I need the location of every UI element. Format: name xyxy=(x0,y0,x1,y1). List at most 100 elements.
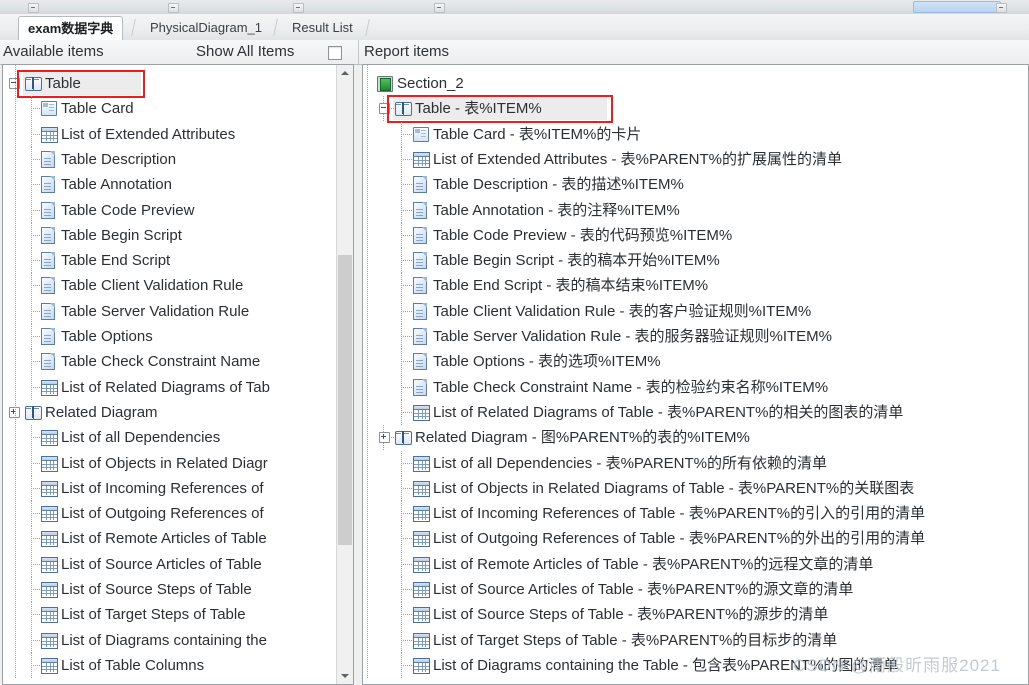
expand-node-icon[interactable] xyxy=(379,432,390,444)
tree-node-label: Related Diagram - 图%PARENT%的表的%ITEM% xyxy=(415,429,750,447)
chrome-tick-icon[interactable] xyxy=(293,3,304,13)
tree-elbow xyxy=(31,310,40,312)
tree-elbow xyxy=(31,386,40,388)
tree-node-label: Table Code Preview - 表的代码预览%ITEM% xyxy=(433,226,733,244)
tree-node-label: Table End Script - 表的稿本结束%ITEM% xyxy=(433,277,709,295)
doc-icon xyxy=(41,328,55,345)
tree-node-label: Table Server Validation Rule - 表的服务器验证规则… xyxy=(433,328,832,345)
tree-node-label: Table End Script xyxy=(61,252,171,270)
tree-node-label: List of Remote Articles of Table xyxy=(61,530,267,548)
tree-node-label: Table Begin Script xyxy=(61,226,182,244)
grid-icon xyxy=(41,430,58,447)
report-items-panel[interactable]: Section_2 Table - 表%ITEM% Table Card - 表%I… xyxy=(362,64,1029,685)
tree-elbow xyxy=(401,234,412,236)
tree-node-label: List of Incoming References of xyxy=(61,479,264,497)
card-icon xyxy=(413,126,429,142)
tree-node-label: Table Code Preview xyxy=(61,201,195,219)
tree-node-label: List of Source Articles of Table - 表%PAR… xyxy=(433,581,854,598)
tree-elbow xyxy=(31,664,40,666)
panel-header-bar: Available items Show All Items Report it… xyxy=(0,40,1029,65)
tree-elbow xyxy=(31,108,40,110)
report-items-header: Report items xyxy=(364,43,450,60)
window-controls[interactable] xyxy=(913,1,1001,13)
tree-elbow xyxy=(31,209,40,211)
chrome-tick-icon[interactable] xyxy=(434,3,445,13)
tree-node-label: Table Card - 表%ITEM%的卡片 xyxy=(433,125,642,143)
tree-node-label: List of Extended Attributes xyxy=(61,125,236,143)
doc-icon xyxy=(41,252,55,270)
tree-node-label: Table Client Validation Rule xyxy=(61,277,244,295)
doc-icon xyxy=(413,353,427,371)
scroll-up-button[interactable] xyxy=(337,65,353,81)
tree-root-guide xyxy=(367,65,368,679)
tree-elbow xyxy=(401,614,412,616)
tree-elbow xyxy=(401,285,412,287)
chrome-tick-icon[interactable] xyxy=(996,3,1007,13)
tree-elbow xyxy=(401,361,412,363)
grid-icon xyxy=(41,379,58,396)
grid-icon xyxy=(41,455,58,472)
tab-label: exam数据字典 xyxy=(28,21,114,36)
tree-elbow xyxy=(31,639,40,641)
tree-elbow xyxy=(401,386,412,388)
tree-node-label: Related Diagram xyxy=(45,403,158,421)
tree-elbow xyxy=(31,158,40,160)
doc-icon xyxy=(41,201,55,219)
grid-icon xyxy=(413,607,430,624)
tree-node-label: Table Description - 表的描述%ITEM% xyxy=(433,176,684,194)
left-panel-scrollbar[interactable] xyxy=(336,65,353,684)
tree-elbow xyxy=(401,664,412,666)
tree-elbow xyxy=(401,260,412,262)
grid-icon xyxy=(413,404,430,421)
tree-elbow xyxy=(31,133,40,135)
available-items-panel[interactable]: Table Table Card List of Extended Attribut… xyxy=(2,64,354,685)
tree-elbow xyxy=(31,437,40,439)
doc-icon xyxy=(41,302,55,320)
tree-elbow xyxy=(31,184,40,186)
tree-elbow xyxy=(31,563,40,565)
tree-elbow xyxy=(31,260,40,262)
scrollbar-thumb[interactable] xyxy=(338,255,352,545)
show-all-items-checkbox[interactable] xyxy=(328,46,342,60)
grid-icon xyxy=(413,657,430,674)
red-highlight-box xyxy=(387,95,613,124)
tree-node-label: List of Table Columns xyxy=(61,656,205,674)
tree-elbow xyxy=(31,462,40,464)
tree-elbow xyxy=(31,538,40,540)
tree-node-label: List of Incoming References of Table - 表… xyxy=(433,505,926,523)
available-items-header: Available items xyxy=(3,43,104,60)
doc-icon xyxy=(413,378,427,396)
tree-elbow xyxy=(31,234,40,236)
grid-icon xyxy=(41,632,58,649)
grid-icon xyxy=(413,455,430,472)
tree-node-label: List of all Dependencies - 表%PARENT%的所有依… xyxy=(433,454,827,472)
tree-node-label: List of Outgoing References of xyxy=(61,505,264,523)
tree-node-label: List of Extended Attributes - 表%PARENT%的… xyxy=(433,150,843,168)
tree-node-label: Table Annotation xyxy=(61,176,172,194)
chrome-tick-icon[interactable] xyxy=(28,3,39,13)
grid-icon xyxy=(41,657,58,674)
doc-icon xyxy=(413,176,427,194)
tree-node-label: Section_2 xyxy=(397,75,464,92)
tree-node-label: Table Server Validation Rule xyxy=(61,302,250,320)
show-all-items-label: Show All Items xyxy=(196,43,295,60)
scroll-down-button[interactable] xyxy=(337,668,353,684)
tab-physical-diagram[interactable]: PhysicalDiagram_1 xyxy=(141,16,271,39)
tree-node-label: Table Description xyxy=(61,150,177,168)
grid-icon xyxy=(41,531,58,548)
tree-node-label: List of Objects in Related Diagrams of T… xyxy=(433,479,915,497)
tree-node-label: Table Check Constraint Name - 表的检验约束名称%I… xyxy=(433,378,829,396)
doc-icon xyxy=(41,353,55,371)
doc-icon xyxy=(41,277,55,295)
tree-elbow xyxy=(401,184,412,186)
tree-elbow xyxy=(401,462,412,464)
tree-node-label: List of Diagrams containing the Table - … xyxy=(433,656,899,674)
chrome-tick-icon[interactable] xyxy=(168,3,179,13)
tree-node-label: List of Diagrams containing the xyxy=(61,631,267,649)
tab-exam-data-dictionary[interactable]: exam数据字典 xyxy=(18,16,124,42)
tree-elbow xyxy=(401,133,412,135)
tab-result-list[interactable]: Result List xyxy=(283,16,362,39)
grid-icon xyxy=(413,556,430,573)
section-icon xyxy=(377,76,393,92)
tree-elbow xyxy=(401,158,412,160)
